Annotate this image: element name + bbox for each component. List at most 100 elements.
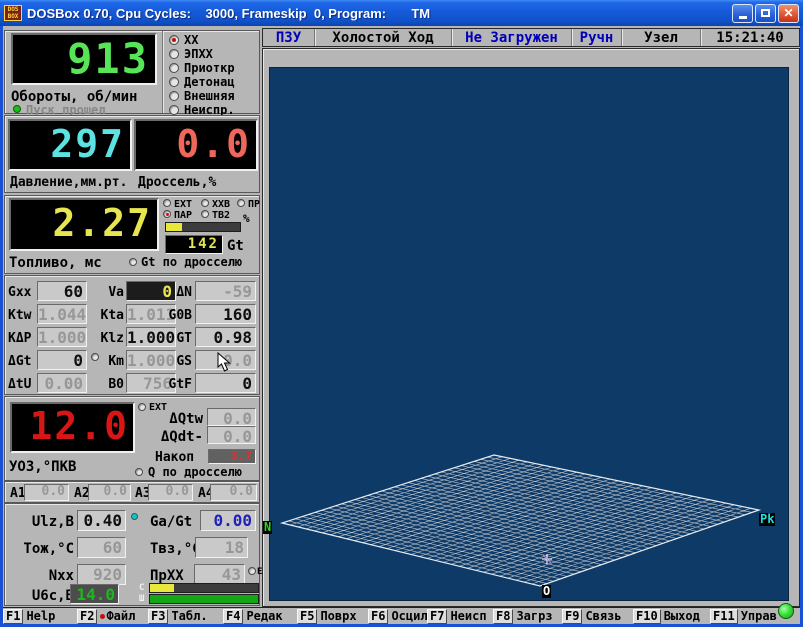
rpm-panel: 913 Обороты, об/мин Пуск прошел ХХ ЭПХХ …	[4, 30, 260, 114]
coeff-value-kdp[interactable]: 1.000	[37, 327, 87, 347]
a3-value[interactable]: 0.0	[148, 484, 193, 501]
bar-sh-fill	[150, 595, 258, 603]
flag-radio-pr[interactable]	[237, 199, 245, 207]
axis-label-n: N	[263, 521, 272, 534]
f2-key[interactable]: F2	[77, 609, 97, 624]
uoz-value: 12.0	[12, 404, 133, 449]
coeff-value-gtf[interactable]: 0	[195, 373, 256, 393]
mode-radio-priotkr[interactable]	[169, 63, 179, 73]
plot-pane: N Pk O	[262, 48, 800, 607]
nakop-label: Накоп	[155, 450, 194, 465]
f5-key[interactable]: F5	[297, 609, 317, 624]
f7-key[interactable]: F7	[427, 609, 447, 624]
throttle-label: Дроссель,%	[138, 175, 216, 190]
coeff-label-b0: B0	[98, 377, 124, 392]
f8-key[interactable]: F8	[493, 609, 513, 624]
fkey-f10[interactable]: F10Выход	[633, 609, 700, 624]
status-item-load[interactable]: Не Загружен	[452, 29, 572, 46]
uoz-label: УОЗ,°ПКВ	[9, 459, 76, 475]
f11-key[interactable]: F11	[710, 609, 738, 624]
f4-key[interactable]: F4	[223, 609, 243, 624]
coeff-value-dtu[interactable]: 0.00	[37, 373, 87, 393]
coeff-label-dtu: ΔtU	[8, 377, 31, 392]
coeff-value-g0b[interactable]: 160	[195, 304, 256, 324]
mode-radio-epxx[interactable]	[169, 49, 179, 59]
fkey-f3[interactable]: F3Табл.	[148, 609, 208, 624]
tozh-value[interactable]: 60	[77, 537, 126, 558]
fkey-f11[interactable]: F11Управ	[710, 609, 777, 624]
mode-label-vneshnyaya: Внешняя	[184, 91, 235, 102]
flag-radio-ext[interactable]	[163, 199, 171, 207]
q-throttle-radio[interactable]	[135, 468, 143, 476]
bottom-panel: Ulz,B 0.40 Ga/Gt 0.00 Тож,°C 60 Твз,°C 1…	[4, 503, 260, 606]
status-item-node[interactable]: Узел	[622, 29, 701, 46]
uoz-ext-radio[interactable]	[138, 403, 146, 411]
coeff-value-gt[interactable]: 0.98	[195, 327, 256, 347]
title-bar[interactable]: DOS BOX DOSBox 0.70, Cpu Cycles: 3000, F…	[0, 0, 803, 26]
coeff-value-gxx[interactable]: 60	[37, 281, 87, 301]
dqdt-value[interactable]: 0.0	[207, 426, 256, 444]
uoz-display: 12.0	[10, 402, 135, 453]
icon-text-bottom: BOX	[8, 13, 19, 20]
a4-value[interactable]: 0.0	[210, 484, 257, 501]
fkey-f4[interactable]: F4Редак	[223, 609, 283, 624]
f10-key[interactable]: F10	[633, 609, 661, 624]
coeff-value-ktw[interactable]: 1.044	[37, 304, 87, 324]
pressure-label: Давление,мм.рт.	[10, 175, 127, 190]
f5-label: Поврх	[317, 609, 356, 624]
fkey-f1[interactable]: F1Help	[3, 609, 55, 624]
nakop-value[interactable]: 3.7	[208, 449, 256, 464]
prxx-radio[interactable]	[248, 567, 256, 575]
fuel-panel: 2.27 EXT ХХВ ПР ПАР ТВ2 % 142 Gt Топливо…	[4, 195, 260, 274]
f2-label: Файл	[97, 609, 135, 624]
status-item-mode[interactable]: Холостой Ход	[315, 29, 452, 46]
fkey-f7[interactable]: F7Неисп	[427, 609, 487, 624]
maximize-button[interactable]	[755, 4, 776, 23]
status-item-manual[interactable]: Ручн	[572, 29, 622, 46]
f1-key[interactable]: F1	[3, 609, 23, 624]
f4-label: Редак	[243, 609, 282, 624]
mode-radio-xx[interactable]	[169, 35, 179, 45]
fkey-f9[interactable]: F9Связь	[562, 609, 622, 624]
flag-radio-par[interactable]	[163, 210, 171, 218]
maximize-icon	[761, 9, 770, 17]
coeff-label-ktw: Ktw	[8, 308, 31, 323]
a2-value[interactable]: 0.0	[88, 484, 131, 501]
gt-label: Gt	[227, 238, 244, 254]
flag-label-par: ПАР	[174, 210, 192, 221]
tozh-label: Тож,°C	[14, 541, 74, 557]
a1-value[interactable]: 0.0	[24, 484, 69, 501]
f6-key[interactable]: F6	[368, 609, 388, 624]
gt-throttle-label: Gt по дросселю	[141, 257, 242, 268]
mode-radio-neispr[interactable]	[169, 105, 179, 115]
dosbox-app-icon: DOS BOX	[4, 5, 22, 21]
gagt-value[interactable]: 0.00	[200, 510, 256, 531]
fkey-f8[interactable]: F8Загрз	[493, 609, 553, 624]
dosbox-window: DOS BOX DOSBox 0.70, Cpu Cycles: 3000, F…	[0, 0, 803, 627]
fkey-f5[interactable]: F5Поврх	[297, 609, 357, 624]
dos-screen: ПЗУ Холостой Ход Не Загружен Ручн Узел 1…	[3, 26, 800, 624]
status-item-pzu[interactable]: ПЗУ	[263, 29, 315, 46]
f9-label: Связь	[582, 609, 621, 624]
dqtw-value[interactable]: 0.0	[207, 408, 256, 426]
flag-radio-xxv[interactable]	[201, 199, 209, 207]
coeff-value-dn[interactable]: -59	[195, 281, 256, 301]
coeff-value-dgt[interactable]: 0	[37, 350, 87, 370]
fkey-f2[interactable]: F2Файл	[77, 609, 135, 624]
mode-radio-vneshnyaya[interactable]	[169, 91, 179, 101]
fkey-f6[interactable]: F6Осцил	[368, 609, 428, 624]
f9-key[interactable]: F9	[562, 609, 582, 624]
u6c-value[interactable]: 14.0	[70, 584, 119, 604]
mode-radio-detonac[interactable]	[169, 77, 179, 87]
close-button[interactable]: ✕	[778, 4, 799, 23]
dqtw-label: ΔQtw	[153, 411, 203, 427]
f3-key[interactable]: F3	[148, 609, 168, 624]
gt-throttle-radio[interactable]	[129, 258, 137, 266]
prxx-value[interactable]: 43	[194, 564, 245, 585]
flag-radio-tv2[interactable]	[201, 210, 209, 218]
coeff-label-gs: GS	[162, 354, 192, 369]
tvz-value[interactable]: 18	[195, 537, 248, 558]
ulz-value[interactable]: 0.40	[77, 510, 126, 531]
minimize-button[interactable]	[732, 4, 753, 23]
nxx-value[interactable]: 920	[77, 564, 126, 585]
